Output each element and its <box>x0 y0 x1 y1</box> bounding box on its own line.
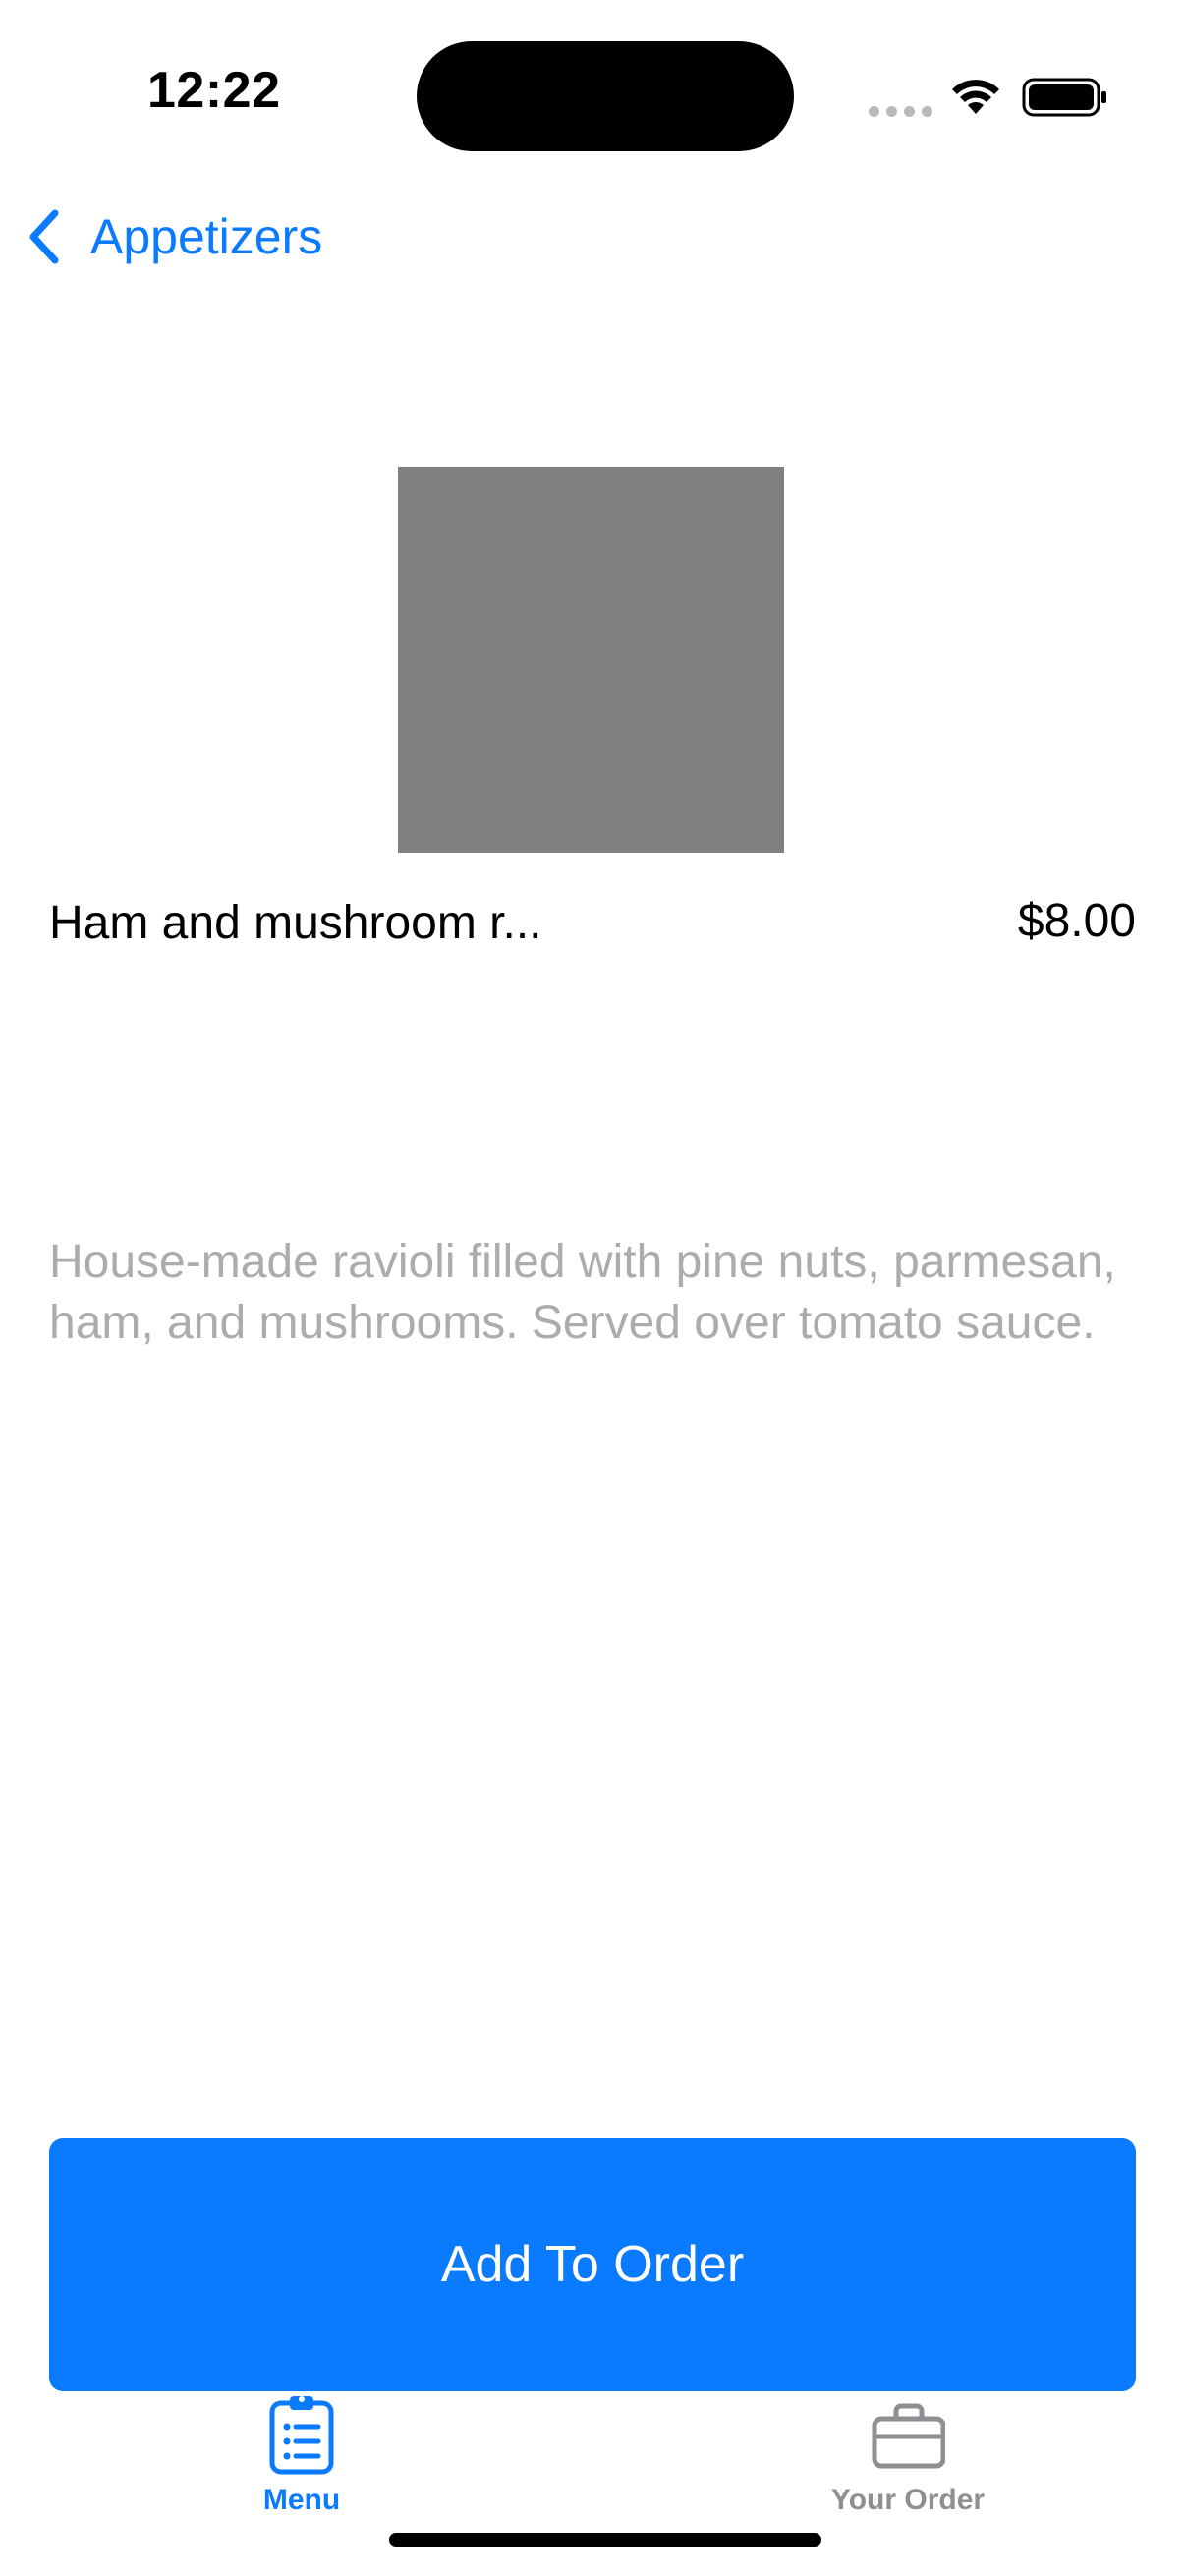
chevron-left-icon <box>29 209 59 264</box>
back-button-label: Appetizers <box>90 209 323 264</box>
tab-menu[interactable]: Menu <box>184 2393 420 2531</box>
screen: 12:22 Appetizers Ham and mushroom r... $… <box>0 0 1185 2576</box>
briefcase-icon <box>872 2403 945 2469</box>
status-time: 12:22 <box>147 62 281 119</box>
home-indicator <box>389 2533 821 2547</box>
product-image-placeholder <box>398 467 784 853</box>
cellular-signal-icon <box>869 106 932 117</box>
product-description: House-made ravioli filled with pine nuts… <box>49 1236 1116 1349</box>
product-price: $8.00 <box>1017 895 1136 947</box>
back-button[interactable]: Appetizers <box>26 196 322 277</box>
tab-your-order-label: Your Order <box>830 2484 986 2516</box>
product-name: Ham and mushroom r... <box>49 897 542 949</box>
clipboard-list-icon <box>269 2396 334 2475</box>
wifi-icon <box>952 80 999 114</box>
tab-menu-label: Menu <box>262 2484 341 2516</box>
tab-your-order[interactable]: Your Order <box>790 2393 1026 2531</box>
add-to-order-button[interactable]: Add To Order <box>49 2138 1136 2391</box>
battery-icon <box>1022 78 1106 117</box>
dynamic-island <box>417 41 794 151</box>
